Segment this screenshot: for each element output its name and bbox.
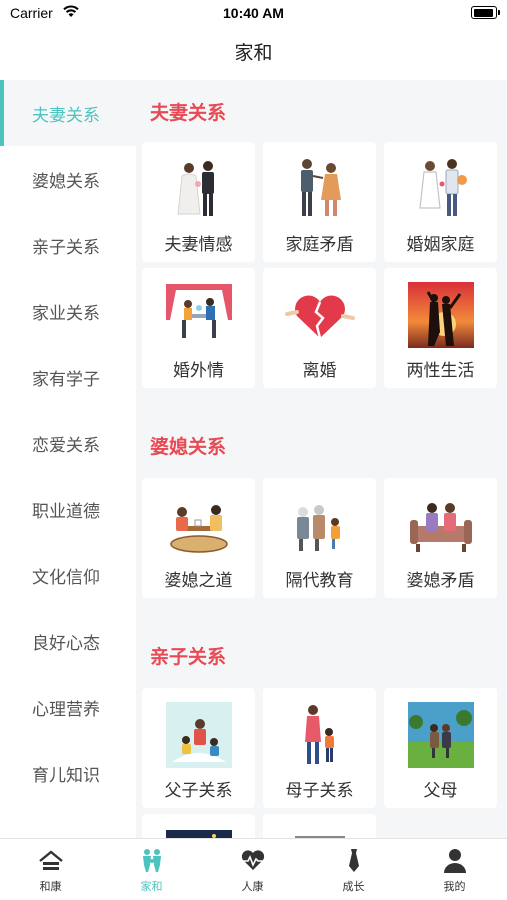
night-scene-icon bbox=[166, 830, 232, 838]
sidebar-item-label: 婆媳关系 bbox=[32, 171, 100, 192]
sidebar-item-parent-child[interactable]: 亲子关系 bbox=[0, 212, 136, 278]
sidebar-item-students[interactable]: 家有学子 bbox=[0, 344, 136, 410]
tab-label: 人康 bbox=[241, 880, 264, 893]
sofa-women-icon bbox=[410, 503, 472, 552]
sidebar-item-parenting[interactable]: 育儿知识 bbox=[0, 740, 136, 806]
topic-card-partial[interactable] bbox=[263, 814, 376, 838]
parents-walk-icon bbox=[408, 702, 474, 768]
bride-groom-icon bbox=[419, 159, 467, 216]
tab-renkang[interactable]: 人康 bbox=[202, 839, 303, 900]
sidebar-item-label: 文化信仰 bbox=[32, 567, 100, 588]
tab-label: 成长 bbox=[342, 880, 365, 893]
sidebar-item-label: 亲子关系 bbox=[32, 237, 100, 258]
tab-hekang[interactable]: 和康 bbox=[0, 839, 101, 900]
necktie-icon bbox=[349, 849, 359, 872]
category-sidebar: 夫妻关系 婆媳关系 亲子关系 家业关系 家有学子 恋爱关系 职业道德 文化信仰 … bbox=[0, 80, 136, 838]
category-content: 夫妻关系 夫妻情感 家庭矛盾 婚姻家庭 婚外情 离婚 两性生活 婆媳关系 婆媳之… bbox=[136, 80, 507, 838]
sidebar-item-label: 恋爱关系 bbox=[32, 435, 100, 456]
topic-label: 婚姻家庭 bbox=[406, 235, 475, 255]
topic-card-family-conflict[interactable]: 家庭矛盾 bbox=[263, 142, 376, 262]
sidebar-item-in-laws[interactable]: 婆媳关系 bbox=[0, 146, 136, 212]
sidebar-item-romance[interactable]: 恋爱关系 bbox=[0, 410, 136, 476]
wedding-couple-icon bbox=[177, 161, 214, 216]
user-profile-icon bbox=[444, 849, 466, 873]
clock: 10:40 AM bbox=[223, 5, 284, 21]
topic-card-father-child[interactable]: 父子关系 bbox=[142, 688, 255, 808]
topic-card-mother-child[interactable]: 母子关系 bbox=[263, 688, 376, 808]
topic-label: 婆媳矛盾 bbox=[406, 571, 475, 591]
topic-label: 隔代教育 bbox=[285, 571, 354, 591]
topic-card-grandparent-education[interactable]: 隔代教育 bbox=[263, 478, 376, 598]
sidebar-item-label: 家业关系 bbox=[32, 303, 100, 324]
broken-heart-icon bbox=[285, 295, 355, 339]
affair-icon bbox=[166, 284, 232, 338]
tab-label: 和康 bbox=[39, 880, 62, 893]
topic-label: 夫妻情感 bbox=[164, 235, 233, 255]
sunset-couple-icon bbox=[408, 282, 474, 348]
tea-table-icon bbox=[170, 505, 228, 553]
grandparents-icon bbox=[297, 505, 340, 551]
tab-chengzhang[interactable]: 成长 bbox=[303, 839, 404, 900]
topic-label: 父子关系 bbox=[164, 781, 233, 801]
home-roof-icon bbox=[39, 850, 63, 870]
battery-icon bbox=[471, 6, 500, 19]
sidebar-item-mindset[interactable]: 良好心态 bbox=[0, 608, 136, 674]
tab-label: 我的 bbox=[443, 880, 466, 893]
sidebar-item-label: 良好心态 bbox=[32, 633, 100, 654]
heartbeat-icon bbox=[241, 850, 265, 870]
topic-label: 家庭矛盾 bbox=[285, 235, 354, 255]
family-people-icon bbox=[143, 849, 161, 872]
tab-label: 家和 bbox=[140, 880, 163, 893]
sidebar-item-label: 育儿知识 bbox=[32, 765, 100, 786]
topic-card-marital-love[interactable]: 夫妻情感 bbox=[142, 142, 255, 262]
tab-bar: 和康 家和 人康 成长 我的 bbox=[0, 838, 507, 900]
topic-card-marriage-family[interactable]: 婚姻家庭 bbox=[384, 142, 497, 262]
topic-card-partial[interactable] bbox=[142, 814, 255, 838]
sidebar-item-family-business[interactable]: 家业关系 bbox=[0, 278, 136, 344]
topic-label: 母子关系 bbox=[285, 781, 354, 801]
topic-card-in-law-conflict[interactable]: 婆媳矛盾 bbox=[384, 478, 497, 598]
sidebar-item-culture-faith[interactable]: 文化信仰 bbox=[0, 542, 136, 608]
family-conflict-icon bbox=[301, 159, 341, 216]
mother-child-icon bbox=[305, 705, 334, 764]
sidebar-item-label: 夫妻关系 bbox=[32, 105, 100, 126]
topic-label: 离婚 bbox=[302, 361, 337, 381]
tab-jiahe[interactable]: 家和 bbox=[101, 839, 202, 900]
text-image-icon bbox=[295, 836, 345, 838]
sidebar-item-label: 职业道德 bbox=[32, 501, 100, 522]
sidebar-item-psych-nutrition[interactable]: 心理营养 bbox=[0, 674, 136, 740]
topic-card-in-law-way[interactable]: 婆媳之道 bbox=[142, 478, 255, 598]
father-child-icon bbox=[166, 702, 232, 768]
page-title: 家和 bbox=[234, 42, 273, 64]
sidebar-item-label: 心理营养 bbox=[32, 699, 100, 720]
battery-fill bbox=[473, 8, 493, 17]
topic-label: 父母 bbox=[423, 781, 458, 801]
topic-card-divorce[interactable]: 离婚 bbox=[263, 268, 376, 388]
section-title: 夫妻关系 bbox=[150, 102, 227, 124]
topic-label: 两性生活 bbox=[406, 361, 475, 381]
status-bar: Carrier 10:40 AM bbox=[0, 0, 507, 28]
topic-card-intimacy[interactable]: 两性生活 bbox=[384, 268, 497, 388]
topic-card-affair[interactable]: 婚外情 bbox=[142, 268, 255, 388]
tab-mine[interactable]: 我的 bbox=[404, 839, 505, 900]
active-indicator bbox=[0, 80, 4, 146]
section-title: 亲子关系 bbox=[150, 646, 227, 668]
topic-label: 婚外情 bbox=[173, 361, 224, 381]
sidebar-item-work-ethics[interactable]: 职业道德 bbox=[0, 476, 136, 542]
topic-card-parents[interactable]: 父母 bbox=[384, 688, 497, 808]
sidebar-item-label: 家有学子 bbox=[32, 369, 100, 390]
sidebar-item-couple[interactable]: 夫妻关系 bbox=[0, 80, 136, 146]
topic-label: 婆媳之道 bbox=[164, 571, 233, 591]
section-title: 婆媳关系 bbox=[150, 436, 227, 458]
